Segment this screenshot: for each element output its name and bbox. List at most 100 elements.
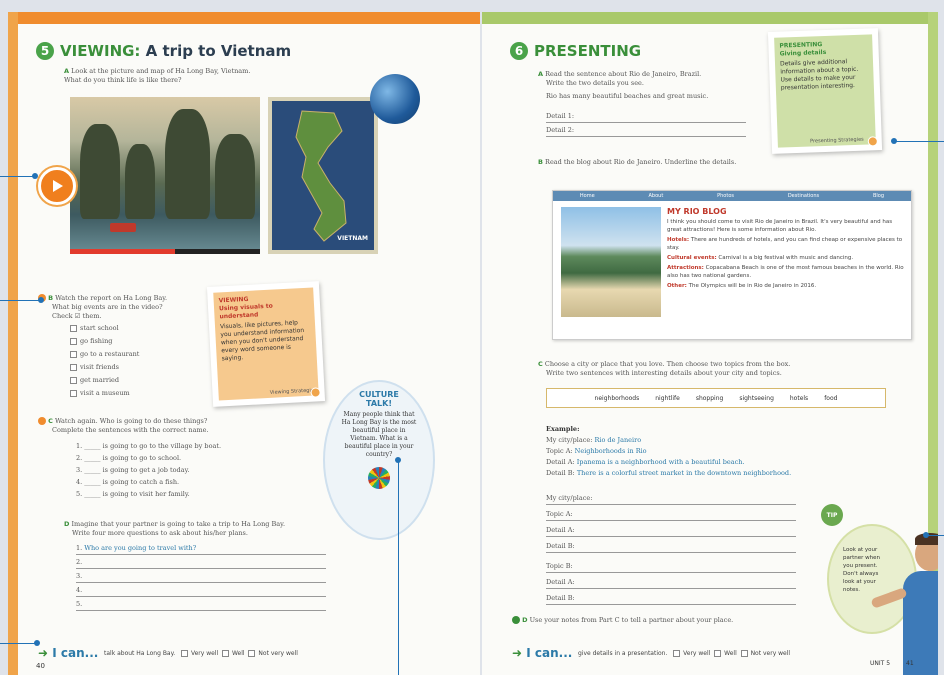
- answer-block: My city/place: Topic A: Detail A: Detail…: [546, 494, 796, 605]
- answer-line[interactable]: 1. Who are you going to travel with?: [76, 544, 326, 555]
- detail-line[interactable]: Detail 2:: [546, 126, 746, 137]
- presenting-a-text1: Read the sentence about Rio de Janeiro, …: [545, 70, 702, 78]
- blog-other-label: Other:: [667, 283, 687, 289]
- culture-title1: CULTURE: [359, 390, 399, 399]
- strategy-icon: [867, 136, 878, 147]
- checklist-item[interactable]: start school: [70, 324, 200, 333]
- example-value: Rio de Janeiro: [594, 436, 642, 444]
- answer-line[interactable]: 4.: [76, 586, 326, 597]
- unit-label: UNIT 5: [870, 660, 891, 667]
- answer-line[interactable]: My city/place:: [546, 494, 796, 505]
- checklist-label: start school: [80, 324, 119, 332]
- i-can-label: I can...: [526, 646, 573, 660]
- callout-line-culture: [398, 460, 399, 675]
- tip-badge: TIP: [821, 504, 843, 526]
- answer-line[interactable]: Detail B:: [546, 542, 796, 553]
- answer-line[interactable]: Detail A:: [546, 526, 796, 537]
- checkbox[interactable]: [740, 650, 748, 657]
- callout-line-checklist: [0, 300, 40, 301]
- i-can-right: ➜ I can...: [512, 646, 572, 660]
- blog-nav-item[interactable]: Photos: [717, 193, 734, 199]
- blog-nav-bar: Home About Photos Destinations Blog: [553, 191, 911, 201]
- line-number: 4.: [76, 586, 83, 594]
- section-number-presenting: 6: [510, 42, 528, 60]
- field-label: Topic B:: [546, 562, 573, 570]
- presenting-c-text1: Choose a city or place that you love. Th…: [544, 360, 791, 368]
- answer-line[interactable]: 2.: [76, 558, 326, 569]
- presenting-a-instructions: A Read the sentence about Rio de Janeiro…: [538, 70, 768, 101]
- answer-line[interactable]: Detail A:: [546, 578, 796, 589]
- rio-blog-window: Home About Photos Destinations Blog MY R…: [552, 190, 912, 340]
- viewing-b-text1: Watch the report on Ha Long Bay.: [55, 294, 168, 302]
- culture-talk-bubble: CULTURE TALK! Many people think that Ha …: [323, 380, 435, 540]
- checklist-label: get married: [80, 376, 120, 384]
- answer-line[interactable]: Detail B:: [546, 594, 796, 605]
- checkbox[interactable]: [70, 363, 77, 371]
- fill-in-item[interactable]: 2. _____ is going to go to school.: [76, 454, 316, 463]
- checkbox[interactable]: [248, 650, 256, 657]
- blog-other: The Olympics will be in Rio de Janeiro i…: [688, 283, 817, 289]
- checklist-item[interactable]: go fishing: [70, 337, 200, 346]
- fill-in-item[interactable]: 1. _____ is going to go to the village b…: [76, 442, 316, 451]
- viewing-note-body: VIEWING Using visuals to understand Visu…: [213, 287, 319, 401]
- presenting-c-letter: C: [538, 360, 543, 368]
- example-field-label: My city/place:: [546, 436, 593, 444]
- checkbox[interactable]: [180, 650, 188, 657]
- blog-nav-item[interactable]: Destinations: [788, 193, 819, 199]
- viewing-title-strong: VIEWING:: [60, 42, 141, 60]
- fill-in-item[interactable]: 4. _____ is going to catch a fish.: [76, 478, 316, 487]
- blog-attractions-label: Attractions:: [667, 265, 704, 271]
- example-label: Example:: [546, 425, 580, 433]
- checklist-item[interactable]: visit friends: [70, 363, 200, 372]
- presenting-c-instructions: C Choose a city or place that you love. …: [538, 360, 868, 378]
- checklist-item[interactable]: visit a museum: [70, 389, 200, 398]
- blog-nav-item[interactable]: About: [649, 193, 664, 199]
- presenting-note-body: PRESENTING Giving details Details give a…: [774, 34, 876, 148]
- example-field-label: Detail A:: [546, 458, 575, 466]
- option-label: Well: [231, 650, 245, 657]
- detail-line[interactable]: Detail 1:: [546, 112, 746, 123]
- blog-nav-item[interactable]: Blog: [873, 193, 884, 199]
- presenting-c-text2: Write two sentences with interesting det…: [546, 369, 782, 377]
- video-play-button[interactable]: [38, 167, 76, 205]
- checkbox[interactable]: [673, 650, 681, 657]
- globe-image: [370, 74, 420, 124]
- fill-in-item[interactable]: 3. _____ is going to get a job today.: [76, 466, 316, 475]
- checklist-item[interactable]: go to a restaurant: [70, 350, 200, 359]
- checkbox[interactable]: [70, 337, 77, 345]
- checkbox[interactable]: [70, 389, 77, 397]
- callout-dot-presenting: [891, 138, 897, 144]
- checkbox[interactable]: [70, 376, 77, 384]
- checkbox[interactable]: [70, 350, 77, 358]
- viewing-c-text1: Watch again. Who is going to do these th…: [54, 417, 208, 425]
- presenter-photo: [870, 533, 938, 675]
- checkbox[interactable]: [70, 324, 77, 332]
- answer-line[interactable]: 3.: [76, 572, 326, 583]
- i-can-arrow-icon: ➜: [38, 646, 49, 660]
- presenting-a-letter: A: [538, 70, 544, 78]
- rio-beach-photo: [561, 207, 661, 317]
- answer-line[interactable]: 5.: [76, 600, 326, 611]
- example-block: Example: My city/place: Rio de Janeiro T…: [546, 424, 846, 479]
- fill-in-item[interactable]: 5. _____ is going to visit her family.: [76, 490, 316, 499]
- viewing-c-instructions: C Watch again. Who is going to do these …: [38, 417, 298, 435]
- checklist-item[interactable]: get married: [70, 376, 200, 385]
- checklist-label: visit friends: [80, 363, 119, 371]
- field-label: My city/place:: [546, 494, 593, 502]
- checkbox[interactable]: [221, 650, 229, 657]
- line-number: 1.: [76, 544, 83, 552]
- tip-body: Look at your partner when you present. D…: [843, 547, 881, 593]
- checklist-label: go fishing: [80, 337, 113, 345]
- topic-chip: neighborhoods: [594, 394, 640, 402]
- answer-line[interactable]: Topic B:: [546, 562, 796, 573]
- detail-label: Detail 2:: [546, 126, 575, 134]
- i-can-text: talk about Ha Long Bay.: [104, 650, 176, 657]
- viewing-title: VIEWING: A trip to Vietnam: [60, 42, 291, 60]
- example-value: Neighborhoods in Rio: [574, 447, 647, 455]
- checkbox[interactable]: [714, 650, 722, 657]
- option-label: Very well: [683, 650, 711, 657]
- blog-nav-item[interactable]: Home: [580, 193, 595, 199]
- i-can-label: I can...: [52, 646, 99, 660]
- answer-line[interactable]: Topic A:: [546, 510, 796, 521]
- callout-dot-ican: [34, 640, 40, 646]
